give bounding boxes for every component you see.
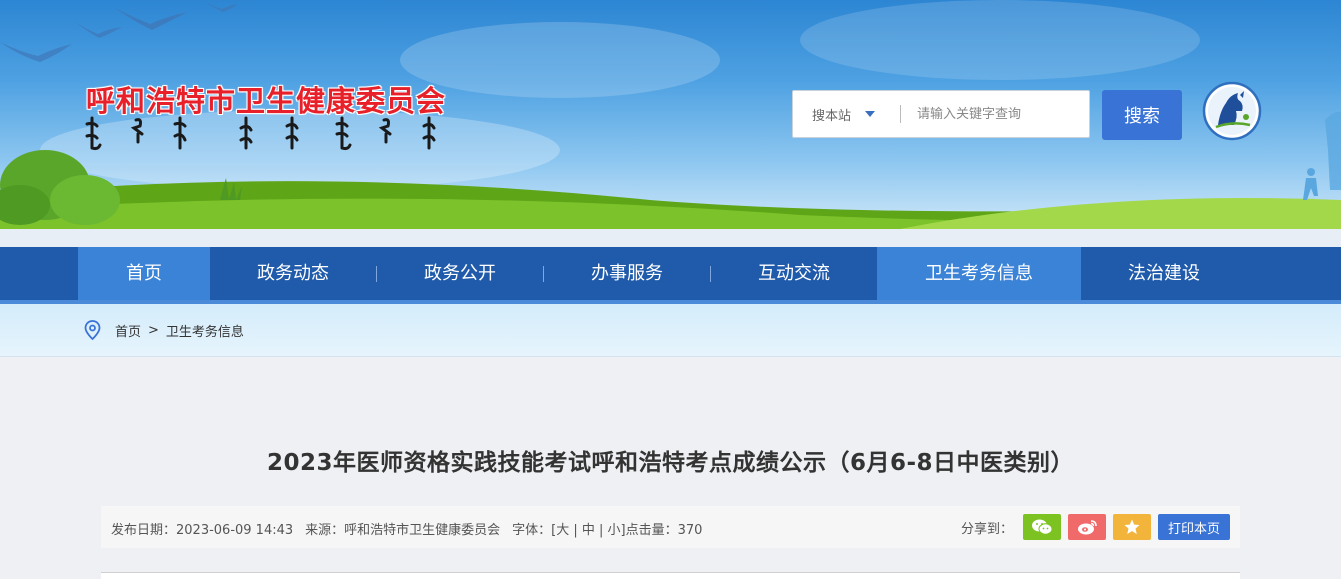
- search-scope-label: 搜本站: [812, 108, 852, 124]
- caret-down-icon: [865, 111, 876, 117]
- nav-item-interaction[interactable]: 互动交流: [711, 247, 877, 300]
- nav-top-strip: [0, 229, 1341, 247]
- nav-item-home[interactable]: 首页: [78, 247, 210, 300]
- share-label: 分享到：: [960, 521, 1013, 537]
- weibo-icon: [1077, 520, 1097, 535]
- star-icon: [1124, 519, 1140, 534]
- header-banner: 呼和浩特市卫生健康委员会 搜本站 搜索: [0, 0, 1341, 229]
- mongolian-script-logo: [85, 116, 436, 151]
- breadcrumb: 首页 > 卫生考务信息: [84, 320, 244, 340]
- print-page-button[interactable]: 打印本页: [1157, 514, 1230, 540]
- search-box: 搜本站: [792, 90, 1090, 138]
- main-nav: 首页 政务动态 政务公开 办事服务 互动交流 卫生考务信息 法治建设: [0, 247, 1341, 304]
- wechat-icon: [1031, 519, 1053, 535]
- search-button[interactable]: 搜索: [1102, 90, 1182, 140]
- article-meta-bar: 发布日期：2023-06-09 14:43 来源：呼和浩特市卫生健康委员会 字体：[…: [101, 506, 1240, 548]
- nav-item-exam-info[interactable]: 卫生考务信息: [877, 247, 1081, 300]
- article-meta: 发布日期：2023-06-09 14:43 来源：呼和浩特市卫生健康委员会 字体：[…: [111, 519, 714, 538]
- article-title: 2023年医师资格实践技能考试呼和浩特考点成绩公示（6月6-8日中医类别）: [266, 450, 1075, 476]
- breadcrumb-current-link[interactable]: 卫生考务信息: [166, 321, 244, 340]
- publish-date: 发布日期：2023-06-09 14:43: [111, 523, 294, 538]
- nav-item-rule-of-law[interactable]: 法治建设: [1081, 247, 1247, 300]
- nav-item-government-news[interactable]: 政务动态: [210, 247, 376, 300]
- share-wechat-button[interactable]: [1022, 514, 1061, 540]
- share-bar: 分享到： 打印本页: [961, 514, 1230, 540]
- search-scope-select[interactable]: 搜本站: [793, 105, 889, 124]
- search-input[interactable]: [915, 105, 1089, 123]
- location-pin-icon: [84, 320, 101, 340]
- share-weibo-button[interactable]: [1067, 514, 1106, 540]
- add-favorite-button[interactable]: [1112, 514, 1151, 540]
- article-source: 来源：呼和浩特市卫生健康委员会: [305, 523, 501, 538]
- font-size-and-views[interactable]: 字体：[大 | 中 | 小]点击量：370: [512, 523, 702, 538]
- breadcrumb-bar: 首页 > 卫生考务信息: [0, 304, 1341, 357]
- horse-emblem-icon[interactable]: [1202, 81, 1262, 141]
- nav-item-government-disclosure[interactable]: 政务公开: [377, 247, 543, 300]
- search-divider: [900, 105, 901, 123]
- nav-item-services[interactable]: 办事服务: [544, 247, 710, 300]
- breadcrumb-home-link[interactable]: 首页: [115, 321, 141, 340]
- breadcrumb-separator: >: [148, 322, 159, 338]
